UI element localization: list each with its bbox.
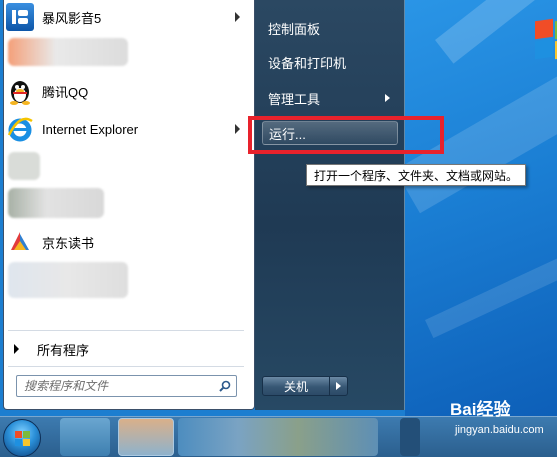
start-menu: 暴风影音5 腾讯QQ Internet Explorer 京东读书 所有程序 搜…: [0, 0, 527, 410]
start-button[interactable]: [3, 419, 41, 457]
program-item-qq[interactable]: 腾讯QQ: [6, 74, 244, 108]
baidu-watermark: Bai经验 jingyan.baidu.com: [450, 395, 555, 445]
places-item-devices-printers[interactable]: 设备和打印机: [262, 50, 398, 74]
places-item-control-panel[interactable]: 控制面板: [262, 16, 398, 40]
program-label: 京东读书: [42, 235, 95, 251]
places-item-admin-tools[interactable]: 管理工具: [262, 86, 398, 110]
blurred-program-item[interactable]: [8, 188, 104, 218]
desktop-wallpaper: [405, 0, 557, 416]
jd-reading-icon: [6, 228, 34, 256]
system-tray[interactable]: [400, 418, 420, 456]
windows-logo-icon: [15, 431, 30, 446]
blurred-program-item[interactable]: [8, 152, 40, 180]
program-item-internet-explorer[interactable]: Internet Explorer: [6, 112, 244, 146]
all-programs-label: 所有程序: [37, 342, 90, 358]
program-item-jd-reading[interactable]: 京东读书: [6, 225, 244, 259]
submenu-arrow-icon: [385, 94, 390, 102]
search-field[interactable]: [16, 375, 237, 397]
submenu-arrow-icon: [235, 124, 240, 134]
shutdown-button[interactable]: 关机: [262, 376, 330, 396]
watermark-brand: Bai经验: [450, 400, 511, 419]
menu-divider: [8, 366, 244, 367]
search-input[interactable]: [17, 376, 207, 396]
program-label: 暴风影音5: [42, 10, 102, 26]
annotation-highlight-box: [248, 116, 444, 154]
blurred-program-item[interactable]: [8, 38, 128, 66]
taskbar-app-button[interactable]: [60, 418, 110, 456]
internet-explorer-icon: [6, 115, 34, 143]
program-label: 腾讯QQ: [42, 84, 89, 100]
taskbar-app-button[interactable]: [118, 418, 174, 456]
search-icon[interactable]: [219, 380, 231, 392]
blurred-program-item[interactable]: [8, 262, 128, 298]
places-item-label: 控制面板: [268, 21, 321, 37]
shutdown-options-button[interactable]: [330, 376, 348, 396]
taskbar-app-button[interactable]: [178, 418, 378, 456]
all-programs-button[interactable]: 所有程序: [10, 338, 240, 360]
program-item-baofeng[interactable]: 暴风影音5: [6, 0, 244, 34]
run-tooltip: 打开一个程序、文件夹、文档或网站。: [306, 164, 527, 186]
wallpaper-light-beam: [425, 235, 557, 339]
watermark-url: jingyan.baidu.com: [455, 424, 544, 436]
qq-penguin-icon: [6, 77, 34, 105]
baofeng-icon: [6, 3, 34, 31]
submenu-arrow-icon: [235, 12, 240, 22]
expand-arrow-icon: [14, 344, 19, 354]
windows-logo-wallpaper: [535, 18, 557, 100]
places-item-label: 设备和打印机: [268, 55, 347, 71]
menu-divider: [8, 330, 244, 331]
shutdown-control: 关机: [262, 376, 352, 396]
places-item-label: 管理工具: [268, 91, 321, 107]
program-label: Internet Explorer: [42, 121, 139, 137]
